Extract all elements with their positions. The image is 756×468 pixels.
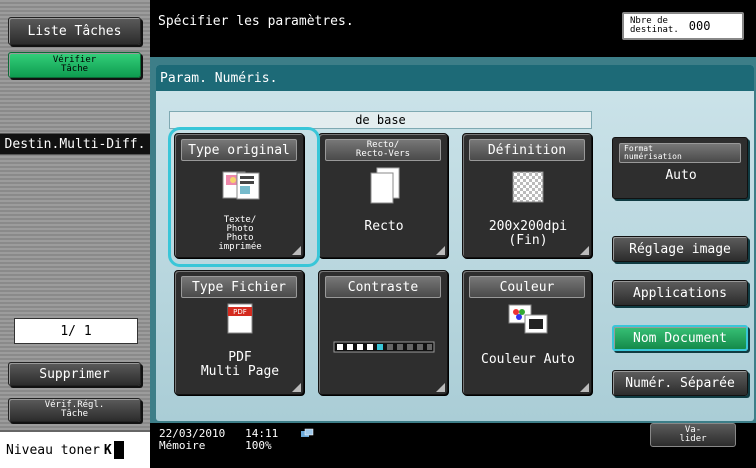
pdf-icon-text: PDF [233, 308, 247, 316]
type-fichier-value: PDF Multi Page [200, 350, 280, 379]
panel-title: Param. Numéris. [156, 65, 754, 91]
couleur-title: Couleur [469, 276, 585, 298]
contraste-title: Contraste [325, 276, 441, 298]
tile-corner-icon [580, 383, 589, 392]
destination-count-value: 000 [688, 19, 711, 33]
pages-icon [370, 167, 400, 204]
valider-label: Va- lider [679, 425, 707, 444]
page-indicator-text: 1/ 1 [60, 323, 92, 339]
recto-verso-title: Recto/ Recto-Vers [325, 139, 441, 161]
verif-regl-label: Vérif.Régl. Tâche [44, 400, 105, 419]
format-numerisation-title-text: Format numérisation [624, 144, 682, 161]
type-fichier-title-text: Type Fichier [192, 279, 286, 295]
selection-highlight [168, 127, 320, 267]
applications-button[interactable]: Applications [612, 280, 748, 306]
tile-corner-icon [436, 383, 445, 392]
definition-tile[interactable]: Définition 200x200dpi (Fin) [462, 133, 592, 258]
reglage-image-button[interactable]: Réglage image [612, 236, 748, 262]
verifier-tache-button[interactable]: Vérifier Tâche [8, 52, 141, 78]
liste-taches-button[interactable]: Liste Tâches [8, 17, 141, 45]
definition-value: 200x200dpi (Fin) [488, 219, 568, 248]
couleur-value: Couleur Auto [481, 352, 575, 367]
format-numerisation-value: Auto [665, 168, 697, 183]
status-bar: 22/03/2010 14:11 Mémoire 100% Va- lider [150, 423, 756, 468]
recto-verso-value: Recto [364, 219, 404, 234]
tab-de-base-label: de base [355, 113, 406, 127]
verif-regl-tache-button[interactable]: Vérif.Régl. Tâche [8, 398, 141, 422]
contrast-slider-icon [333, 341, 435, 353]
page-indicator: 1/ 1 [14, 318, 138, 344]
destination-count-label: Nbre de destinat. [630, 16, 679, 35]
verifier-tache-label: Vérifier Tâche [52, 55, 97, 74]
toner-k-label: K [103, 442, 112, 458]
toner-label: Niveau toner [6, 442, 100, 458]
numer-separee-button[interactable]: Numér. Séparée [612, 370, 748, 396]
destin-multi-text: Destin.Multi-Diff. [4, 136, 146, 152]
liste-taches-label: Liste Tâches [27, 23, 122, 39]
couleur-tile[interactable]: Couleur Couleur Auto [462, 270, 592, 395]
definition-title-text: Définition [487, 142, 567, 158]
tile-corner-icon [436, 246, 445, 255]
type-fichier-tile[interactable]: Type Fichier PDF PDF Multi Page [174, 270, 304, 395]
applications-label: Applications [633, 285, 727, 301]
reglage-image-label: Réglage image [629, 241, 731, 257]
supprimer-button[interactable]: Supprimer [8, 362, 141, 386]
couleur-title-text: Couleur [499, 279, 555, 295]
format-numerisation-title: Format numérisation [619, 143, 741, 163]
valider-button[interactable]: Va- lider [650, 423, 736, 447]
left-sidebar: Liste Tâches Vérifier Tâche Destin.Multi… [0, 0, 150, 468]
toner-bar [113, 441, 124, 459]
tile-corner-icon [580, 246, 589, 255]
resolution-grid-icon [512, 171, 544, 203]
pdf-icon: PDF [227, 303, 253, 334]
supprimer-label: Supprimer [39, 366, 110, 382]
color-auto-icon [508, 304, 548, 334]
definition-title: Définition [469, 139, 585, 161]
page-title: Spécifier les paramètres. [158, 14, 354, 29]
datetime-memory: 22/03/2010 14:11 Mémoire 100% [159, 428, 278, 452]
numer-separee-label: Numér. Séparée [625, 375, 735, 391]
nom-document-label: Nom Document [633, 330, 727, 346]
contraste-tile[interactable]: Contraste [318, 270, 448, 395]
tile-corner-icon [292, 383, 301, 392]
memory-text: Mémoire 100% [159, 439, 272, 452]
nom-document-button[interactable]: Nom Document [612, 325, 748, 351]
format-numerisation-button[interactable]: Format numérisation Auto [612, 137, 748, 199]
toner-level: Niveau toner K [0, 430, 150, 468]
contraste-title-text: Contraste [347, 279, 419, 295]
destin-multi-diff-label: Destin.Multi-Diff. [0, 133, 150, 155]
destination-count: Nbre de destinat. 000 [622, 12, 744, 40]
recto-verso-tile[interactable]: Recto/ Recto-Vers Recto [318, 133, 448, 258]
type-fichier-title: Type Fichier [181, 276, 297, 298]
recto-verso-title-text: Recto/ Recto-Vers [355, 140, 411, 159]
network-icon [301, 428, 314, 437]
top-bar: Spécifier les paramètres. Nbre de destin… [150, 0, 756, 57]
